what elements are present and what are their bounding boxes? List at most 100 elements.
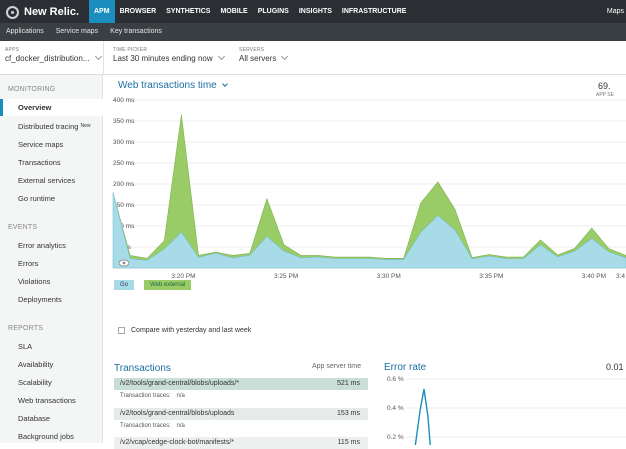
chart-title-dropdown[interactable]: Web transactions time: [118, 80, 228, 91]
sidebar-item-violations[interactable]: Violations: [0, 273, 103, 290]
sidebar-item-label: SLA: [18, 342, 33, 351]
transaction-name: /v2/tools/grand-central/blobs/uploads/*: [120, 380, 240, 387]
x-tick-label: 3:40 PM: [582, 273, 606, 280]
traces-value: n/a: [176, 393, 185, 399]
traces-label: Transaction traces:: [120, 393, 171, 399]
sidebar-item-label: Violations: [18, 277, 51, 286]
chart-title: Web transactions time: [118, 80, 217, 91]
sidebar-item-distributed-tracing[interactable]: Distributed tracing New: [0, 118, 103, 135]
brand-name: New Relic.: [24, 6, 80, 18]
apps-selector[interactable]: APPS cf_docker_distribution...: [5, 47, 102, 63]
chevron-down-icon: [217, 52, 225, 61]
sidebar-item-label: Error analytics: [18, 241, 66, 250]
sidebar-item-label: Database: [18, 414, 51, 423]
x-tick-label: 3:4: [616, 273, 625, 280]
sidebar-item-web-transactions[interactable]: Web transactions: [0, 392, 103, 409]
sidebar-item-overview[interactable]: Overview: [0, 99, 103, 116]
table-row[interactable]: /v2/vcap/cedge-clock-bot/manifests/* 115…: [114, 437, 368, 449]
sidebar-item-label: Transactions: [18, 158, 61, 167]
time-picker[interactable]: TIME PICKER Last 30 minutes ending now: [113, 47, 225, 63]
nav-mobile[interactable]: MOBILE: [215, 0, 252, 23]
traces-label: Transaction traces:: [120, 423, 171, 429]
transaction-traces: Transaction traces: n/a: [120, 423, 185, 429]
sidebar-item-label: Go runtime: [18, 194, 56, 203]
y-tick-label: 250 ms: [113, 160, 135, 167]
section-title-reports: REPORTS: [8, 325, 44, 332]
sidebar-item-error-analytics[interactable]: Error analytics: [0, 237, 103, 254]
sidebar-item-service-maps[interactable]: Service maps: [0, 136, 103, 153]
section-title-events: EVENTS: [8, 224, 38, 231]
chevron-down-icon: [221, 81, 228, 87]
nav-insights[interactable]: INSIGHTS: [294, 0, 337, 23]
sidebar-item-label: Service maps: [18, 140, 64, 149]
sidebar-item-label: Web transactions: [18, 396, 76, 405]
x-tick-label: 3:20 PM: [171, 273, 195, 280]
sidebar-item-background-jobs[interactable]: Background jobs: [0, 428, 103, 445]
sidebar-item-scalability[interactable]: Scalability: [0, 374, 103, 391]
compare-checkbox[interactable]: [118, 327, 125, 334]
y-tick-label: 200 ms: [113, 181, 135, 188]
new-badge: New: [80, 123, 91, 129]
nav-synthetics[interactable]: SYNTHETICS: [161, 0, 215, 23]
apps-value: cf_docker_distribution...: [5, 54, 90, 63]
sidebar-item-label: Background jobs: [18, 432, 74, 441]
nav-apm[interactable]: APM: [89, 0, 115, 23]
sidebar-item-errors[interactable]: Errors: [0, 255, 103, 272]
time-picker-value: Last 30 minutes ending now: [113, 54, 213, 63]
top-navigation-bar: New Relic. APM BROWSER SYNTHETICS MOBILE…: [0, 0, 626, 23]
sidebar-item-deployments[interactable]: Deployments: [0, 291, 103, 308]
transactions-title[interactable]: Transactions: [114, 363, 171, 374]
apm-subnav: Applications Service maps Key transactio…: [0, 23, 626, 41]
y-tick-label: 350 ms: [113, 118, 135, 125]
sidebar-item-label: Availability: [18, 360, 54, 369]
y-tick-label: 0.4 %: [387, 405, 404, 412]
transaction-name: /v2/tools/grand-central/blobs/uploads: [120, 410, 235, 417]
sidebar-item-go-runtime[interactable]: Go runtime: [0, 190, 103, 207]
eye-pupil: [122, 261, 126, 265]
sidebar-item-external-services[interactable]: External services: [0, 172, 103, 189]
y-tick-label: 300 ms: [113, 139, 135, 146]
sidebar-item-label: Scalability: [18, 378, 52, 387]
compare-label: Compare with yesterday and last week: [131, 327, 252, 334]
transaction-traces: Transaction traces: n/a: [120, 393, 185, 399]
new-relic-logo-icon: [6, 5, 19, 19]
sidebar-item-label: Overview: [18, 103, 52, 112]
divider: [103, 41, 104, 75]
sidebar-item-label: Deployments: [18, 295, 62, 304]
subnav-applications[interactable]: Applications: [0, 23, 50, 41]
servers-label: SERVERS: [239, 47, 265, 53]
nav-infrastructure[interactable]: INFRASTRUCTURE: [337, 0, 412, 23]
y-tick-label: 0.2 %: [387, 434, 404, 441]
sidebar-item-transactions[interactable]: Transactions: [0, 154, 103, 171]
y-tick-label: 400 ms: [113, 97, 135, 104]
chevron-down-icon: [281, 52, 289, 61]
sidebar-item-sla[interactable]: SLA: [0, 338, 103, 355]
apps-label: APPS: [5, 47, 20, 53]
x-tick-label: 3:25 PM: [274, 273, 298, 280]
error-rate-title[interactable]: Error rate: [384, 362, 426, 373]
x-tick-label: 3:30 PM: [377, 273, 401, 280]
nav-browser[interactable]: BROWSER: [115, 0, 162, 23]
error-rate-chart[interactable]: 0.6 % 0.4 % 0.2 %: [384, 375, 626, 445]
table-row[interactable]: /v2/tools/grand-central/blobs/uploads 15…: [114, 408, 368, 420]
compare-toggle[interactable]: Compare with yesterday and last week: [118, 327, 251, 334]
nav-plugins[interactable]: PLUGINS: [253, 0, 294, 23]
transaction-time: 115 ms: [337, 439, 360, 446]
section-title-monitoring: MONITORING: [8, 86, 56, 93]
legend-web-external[interactable]: Web external: [144, 280, 192, 290]
servers-selector[interactable]: SERVERS All servers: [239, 47, 289, 63]
servers-value: All servers: [239, 54, 277, 63]
sidebar-item-availability[interactable]: Availability: [0, 356, 103, 373]
legend-go[interactable]: Go: [114, 280, 135, 290]
sidebar-item-database[interactable]: Database: [0, 410, 103, 427]
subnav-service-maps[interactable]: Service maps: [50, 23, 104, 41]
web-transactions-chart[interactable]: 400 ms350 ms300 ms250 ms200 ms150 ms100 …: [104, 91, 626, 301]
transaction-time: 521 ms: [337, 380, 360, 387]
subnav-key-transactions[interactable]: Key transactions: [104, 23, 168, 41]
time-picker-label: TIME PICKER: [113, 47, 148, 53]
new-relic-logo[interactable]: New Relic.: [6, 4, 79, 20]
error-rate-value: 0.01: [606, 362, 624, 372]
nav-maps[interactable]: Maps: [607, 0, 624, 23]
table-row[interactable]: /v2/tools/grand-central/blobs/uploads/* …: [114, 378, 368, 390]
y-tick-label: 0.6 %: [387, 376, 404, 383]
